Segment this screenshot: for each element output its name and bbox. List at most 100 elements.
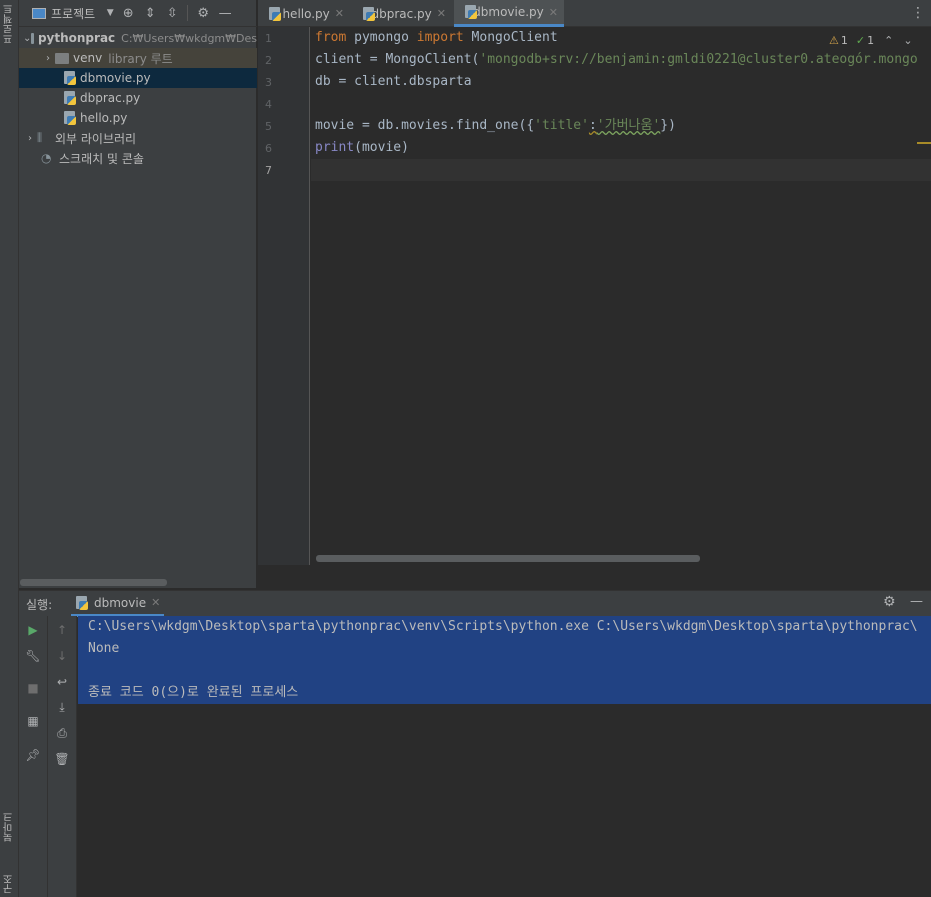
gear-icon[interactable]: ⚙ bbox=[883, 594, 896, 610]
inspection-widget[interactable]: ⚠ 1 ✓ 1 ⌃ ⌄ bbox=[829, 31, 913, 49]
tree-item-label: hello.py bbox=[80, 111, 128, 125]
tab-label: dbmovie.py bbox=[473, 5, 544, 19]
python-file-icon bbox=[63, 71, 77, 85]
code-line-2: client = MongoClient('mongodb+srv://benj… bbox=[315, 49, 918, 71]
run-tab-label: dbmovie bbox=[94, 595, 147, 610]
tab-hello[interactable]: hello.py ✕ bbox=[258, 0, 350, 27]
tree-item-label: dbprac.py bbox=[80, 91, 141, 105]
line-number: 2 bbox=[265, 54, 272, 67]
tree-item-hello[interactable]: hello.py bbox=[19, 108, 257, 128]
close-icon[interactable]: ✕ bbox=[151, 596, 160, 609]
dropdown-arrow-icon[interactable]: ▼ bbox=[103, 2, 117, 24]
arrow-up-icon[interactable]: ↑ bbox=[53, 621, 71, 639]
code-text: (movie) bbox=[354, 140, 409, 155]
code-text: db = client.dbsparta bbox=[315, 74, 472, 89]
identifier: MongoClient bbox=[463, 30, 558, 45]
check-icon: ✓ bbox=[855, 33, 866, 47]
chevron-up-icon[interactable]: ⌃ bbox=[884, 34, 893, 47]
keyword: from bbox=[315, 30, 347, 45]
run-console[interactable]: C:\Users\wkdgm\Desktop\sparta\pythonprac… bbox=[78, 616, 931, 897]
minimize-icon[interactable]: — bbox=[214, 2, 236, 24]
close-icon[interactable]: ✕ bbox=[335, 7, 344, 20]
tree-item-scratches[interactable]: ◔ 스크래치 및 콘솔 bbox=[19, 148, 257, 168]
bookmarks-tool-tab-label: 북마크 bbox=[4, 812, 15, 842]
tab-dbmovie[interactable]: dbmovie.py ✕ bbox=[454, 0, 564, 27]
warning-icon: ⚠ bbox=[829, 33, 839, 47]
console-line: None bbox=[78, 638, 931, 660]
arrow-down-icon[interactable]: ↓ bbox=[53, 647, 71, 665]
wrench-icon[interactable]: 🔧︎ bbox=[24, 647, 42, 665]
code-text: }) bbox=[660, 118, 676, 133]
line-number: 4 bbox=[265, 98, 272, 111]
console-line: 종료 코드 0(으)로 완료된 프로세스 bbox=[78, 682, 931, 704]
structure-tool-tab[interactable]: 구조 bbox=[1, 874, 18, 897]
soft-wrap-icon[interactable]: ↩ bbox=[53, 673, 71, 691]
warning-count: 1 bbox=[840, 33, 848, 47]
chevron-down-icon[interactable]: ⌄ bbox=[903, 34, 912, 47]
line-number: 1 bbox=[265, 32, 272, 45]
python-icon bbox=[75, 595, 89, 610]
stop-icon[interactable]: ■ bbox=[24, 679, 42, 697]
code-text: movie = db.movies.find_one({ bbox=[315, 118, 535, 133]
pin-icon[interactable]: 📌︎ bbox=[24, 746, 42, 764]
more-options-icon[interactable]: ⋮ bbox=[911, 5, 925, 21]
python-file-icon bbox=[268, 6, 282, 21]
run-label: 실행: bbox=[26, 598, 53, 612]
library-root-label: library 루트 bbox=[108, 51, 173, 66]
left-tool-strip: 프로젝트 북마크 구조 bbox=[0, 0, 19, 897]
scroll-to-end-icon[interactable]: ⤓ bbox=[53, 698, 71, 716]
tree-item-dbmovie[interactable]: dbmovie.py bbox=[19, 68, 257, 88]
tree-item-venv[interactable]: › venv library 루트 bbox=[19, 48, 257, 68]
ok-count: 1 bbox=[867, 33, 875, 47]
code-editor[interactable]: from pymongo import MongoClient client =… bbox=[311, 27, 931, 565]
project-view-icon bbox=[32, 7, 46, 19]
tree-item-pythonprac[interactable]: ⌄ pythonprac C:₩Users₩wkdgm₩Des bbox=[19, 28, 257, 48]
close-icon[interactable]: ✕ bbox=[549, 6, 558, 19]
tab-dbprac[interactable]: dbprac.py ✕ bbox=[352, 0, 452, 27]
project-toolbar: 프로젝트 ▼ ⊕ ⇕ ⇳ ⚙ — bbox=[19, 0, 257, 27]
editor-hscrollbar[interactable] bbox=[316, 555, 700, 562]
code-text: : bbox=[588, 118, 597, 133]
line-number: 6 bbox=[265, 142, 272, 155]
tree-item-dbprac[interactable]: dbprac.py bbox=[19, 88, 257, 108]
tab-label: dbprac.py bbox=[371, 6, 432, 21]
folder-icon bbox=[55, 52, 69, 64]
python-file-icon bbox=[464, 5, 478, 19]
builtin-function: print bbox=[315, 140, 355, 155]
string-literal: 'title' bbox=[534, 118, 589, 133]
code-line-3: db = client.dbsparta bbox=[315, 71, 472, 93]
print-icon[interactable]: ⎙ bbox=[53, 724, 71, 742]
bookmarks-tool-tab[interactable]: 북마크 bbox=[1, 812, 18, 867]
line-number: 5 bbox=[265, 120, 272, 133]
project-panel: 프로젝트 ▼ ⊕ ⇕ ⇳ ⚙ — ⌄ pythonprac C:₩Users₩w… bbox=[19, 0, 257, 588]
chevron-right-icon[interactable]: › bbox=[41, 53, 55, 64]
trash-icon[interactable]: 🗑︎ bbox=[53, 750, 71, 768]
chevron-right-icon[interactable]: › bbox=[23, 133, 37, 144]
tree-item-label: 스크래치 및 콘솔 bbox=[59, 151, 144, 166]
locate-file-icon[interactable]: ⊕ bbox=[117, 2, 139, 24]
keyword: import bbox=[416, 30, 464, 45]
close-icon[interactable]: ✕ bbox=[437, 7, 446, 20]
string-literal: 'mongodb+srv://benjamin:gmldi0221@cluste… bbox=[479, 52, 918, 67]
project-view-selector[interactable]: 프로젝트 bbox=[51, 5, 95, 22]
python-file-icon bbox=[362, 6, 375, 21]
console-line: C:\Users\wkdgm\Desktop\sparta\pythonprac… bbox=[78, 616, 931, 638]
project-tool-tab[interactable]: 프로젝트 bbox=[1, 4, 18, 66]
error-stripe-marker[interactable] bbox=[917, 142, 931, 144]
current-line-highlight bbox=[311, 159, 931, 181]
expand-all-icon[interactable]: ⇕ bbox=[139, 2, 161, 24]
string-literal: '가버나움' bbox=[596, 118, 661, 133]
minimize-icon[interactable]: — bbox=[910, 594, 923, 609]
gear-icon[interactable]: ⚙ bbox=[192, 2, 214, 24]
tree-item-external-libraries[interactable]: › ⫼ 외부 라이브러리 bbox=[19, 128, 257, 148]
line-number-gutter: 1 2 3 4 5 6 7 bbox=[258, 27, 310, 565]
rerun-icon[interactable]: ▶ bbox=[24, 621, 42, 639]
line-number: 3 bbox=[265, 76, 272, 89]
project-hscrollbar[interactable] bbox=[20, 579, 167, 586]
tree-item-label: dbmovie.py bbox=[80, 71, 151, 85]
toolbar-divider bbox=[187, 5, 189, 21]
run-tab-dbmovie[interactable]: dbmovie ✕ bbox=[71, 591, 165, 617]
layout-icon[interactable]: ▦ bbox=[24, 712, 42, 730]
collapse-all-icon[interactable]: ⇳ bbox=[161, 2, 183, 24]
chevron-down-icon[interactable]: ⌄ bbox=[23, 33, 31, 44]
